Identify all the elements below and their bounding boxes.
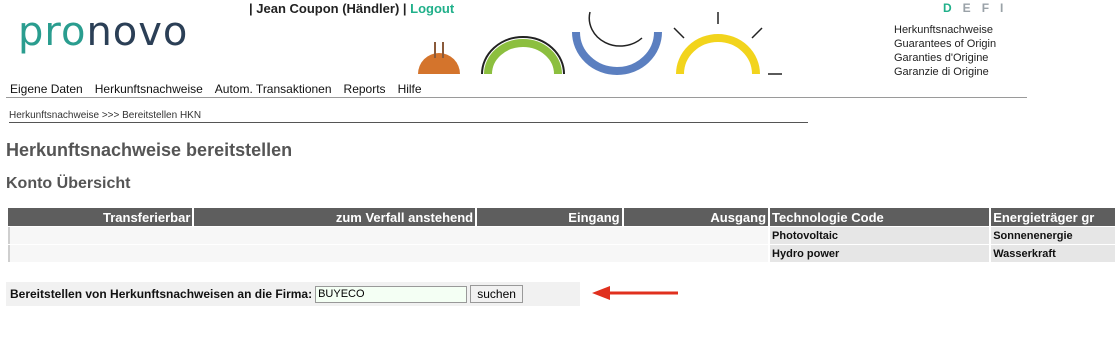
language-en[interactable]: E: [963, 1, 971, 15]
row-empty-cells: [8, 245, 769, 262]
hydro-arc-icon: [572, 11, 662, 75]
tagline-de: Herkunftsnachweise: [894, 24, 994, 36]
nav-divider: [6, 97, 1027, 98]
user-separator: |: [402, 1, 407, 16]
table-header-row: Transferierbar zum Verfall anstehend Ein…: [8, 208, 1115, 226]
logo-text-novo: novo: [86, 9, 189, 55]
page-title: Herkunftsnachweise bereitstellen: [6, 140, 293, 160]
energy-arcs-graphic: [418, 11, 782, 75]
tagline-en: Guarantees of Origin: [894, 38, 997, 50]
nav-eigene-daten[interactable]: Eigene Daten: [10, 82, 83, 96]
tagline-it: Garanzie di Origine: [894, 66, 989, 78]
user-name: Jean Coupon (Händler): [256, 1, 400, 16]
wind-arc-icon: [481, 36, 565, 75]
col-verfall: zum Verfall anstehend: [194, 208, 476, 226]
nav-hilfe[interactable]: Hilfe: [398, 82, 422, 96]
provide-form: Bereitstellen von Herkunftsnachweisen an…: [6, 282, 580, 306]
solar-arc-icon: [673, 12, 782, 75]
language-de[interactable]: D: [943, 1, 952, 15]
biomass-arc-icon: [418, 42, 460, 74]
pronovo-logo: pronovo: [18, 12, 188, 52]
nav-herkunftsnachweise[interactable]: Herkunftsnachweise: [95, 82, 203, 96]
col-ausgang: Ausgang: [623, 208, 769, 226]
cell-energy: Sonnenenergie: [991, 227, 1115, 244]
taglines: Herkunftsnachweise Guarantees of Origin …: [894, 23, 996, 79]
cell-energy: Wasserkraft: [991, 245, 1115, 262]
col-eingang: Eingang: [477, 208, 622, 226]
table-row: Photovoltaic Sonnenenergie: [8, 227, 1115, 244]
main-nav: Eigene Daten Herkunftsnachweise Autom. T…: [10, 82, 434, 96]
breadcrumb-separator: >>>: [101, 110, 120, 121]
language-it[interactable]: I: [1000, 1, 1003, 15]
tagline-fr: Garanties d'Origine: [894, 52, 989, 64]
col-technologie: Technologie Code: [770, 208, 990, 226]
breadcrumb-root[interactable]: Herkunftsnachweise: [9, 110, 99, 121]
cell-technology: Hydro power: [770, 245, 990, 262]
language-fr[interactable]: F: [982, 1, 989, 15]
table-row: Hydro power Wasserkraft: [8, 245, 1115, 262]
account-table: Transferierbar zum Verfall anstehend Ein…: [6, 207, 1117, 263]
col-energietraeger: Energieträger gr: [991, 208, 1115, 226]
user-separator: |: [249, 1, 253, 16]
section-title: Konto Übersicht: [6, 175, 131, 192]
nav-autom-transaktionen[interactable]: Autom. Transaktionen: [215, 82, 332, 96]
logo-text-pro: pro: [18, 9, 87, 55]
col-transferierbar: Transferierbar: [8, 208, 193, 226]
search-button[interactable]: suchen: [470, 285, 524, 303]
language-switcher: DEFI: [943, 1, 1014, 15]
company-label: Bereitstellen von Herkunftsnachweisen an…: [10, 287, 313, 301]
nav-reports[interactable]: Reports: [344, 82, 386, 96]
row-empty-cells: [8, 227, 769, 244]
breadcrumb-current: Bereitstellen HKN: [122, 110, 202, 121]
breadcrumb: Herkunftsnachweise >>> Bereitstellen HKN: [9, 110, 808, 123]
cell-technology: Photovoltaic: [770, 227, 990, 244]
company-input[interactable]: [315, 285, 468, 303]
red-arrow-icon: [592, 286, 678, 300]
